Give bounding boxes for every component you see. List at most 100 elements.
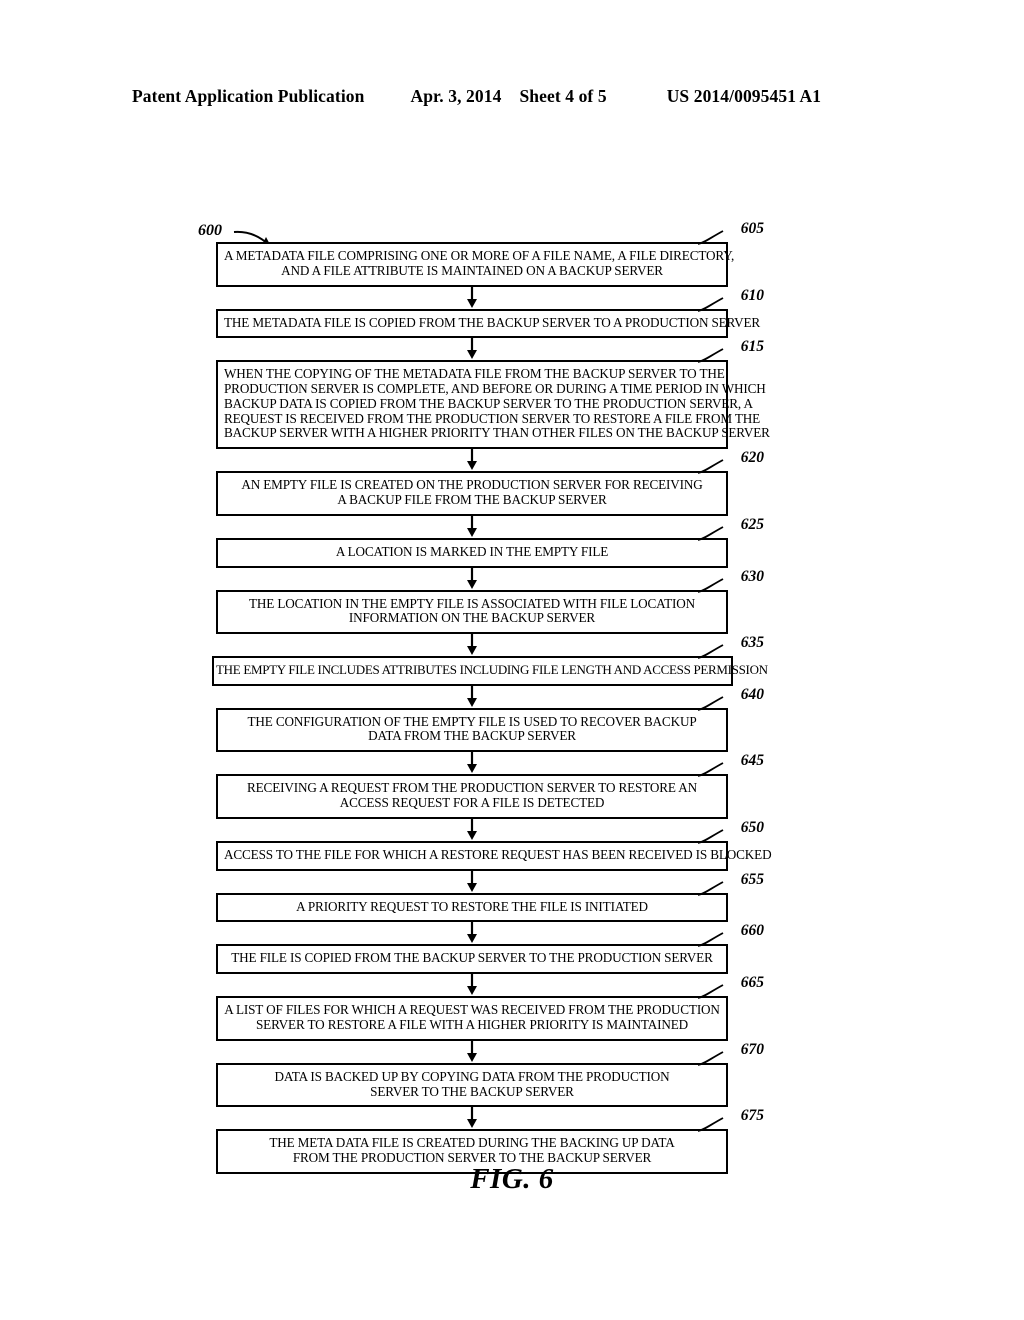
flowchart-step-box: THE EMPTY FILE INCLUDES ATTRIBUTES INCLU… bbox=[212, 656, 768, 686]
reference-leader-icon bbox=[697, 932, 724, 948]
flowchart-step-text-line: THE CONFIGURATION OF THE EMPTY FILE IS U… bbox=[247, 713, 697, 729]
flow-connector-arrow-icon bbox=[216, 338, 728, 360]
reference-numeral: 610 bbox=[740, 286, 764, 304]
flowchart-step-text-line: ACCESS TO THE FILE FOR WHICH A RESTORE R… bbox=[224, 846, 772, 862]
reference-leader-icon bbox=[697, 230, 724, 245]
flowchart-step-text-line: WHEN THE COPYING OF THE METADATA FILE FR… bbox=[224, 366, 725, 382]
flowchart-step-text-line: RECEIVING A REQUEST FROM THE PRODUCTION … bbox=[247, 780, 697, 796]
reference-leader-icon bbox=[697, 459, 724, 475]
flowchart-step: 670 DATA IS BACKED UP BY COPYING DATA FRO… bbox=[216, 1040, 764, 1108]
flowchart-step-text-line: THE FILE IS COPIED FROM THE BACKUP SERVE… bbox=[231, 950, 713, 966]
flowchart-step-text-line: THE METADATA FILE IS COPIED FROM THE BAC… bbox=[224, 314, 761, 330]
header-patent-number: US 2014/0095451 A1 bbox=[666, 86, 822, 106]
flowchart-step: 610 THE METADATA FILE IS COPIED FROM THE … bbox=[216, 286, 764, 339]
reference-leader-icon bbox=[697, 1117, 724, 1133]
flowchart-step-box: WHEN THE COPYING OF THE METADATA FILE FR… bbox=[216, 360, 770, 450]
reference-leader-icon bbox=[697, 984, 724, 1000]
flowchart-step-text-line: AND A FILE ATTRIBUTE IS MAINTAINED ON A … bbox=[281, 262, 663, 278]
flowchart-step-text-line: A METADATA FILE COMPRISING ONE OR MORE O… bbox=[224, 248, 735, 263]
flowchart-step-text-line: THE EMPTY FILE INCLUDES ATTRIBUTES INCLU… bbox=[216, 662, 768, 678]
flow-connector-arrow-icon bbox=[216, 1040, 728, 1063]
patent-page: Patent Application Publication Apr. 3, 2… bbox=[0, 0, 1024, 1320]
flow-connector-arrow-icon bbox=[216, 515, 728, 538]
flowchart-step-list: 605 A METADATA FILE COMPRISING ONE OR MOR… bbox=[212, 221, 772, 1174]
flowchart-step-box: A METADATA FILE COMPRISING ONE OR MORE O… bbox=[216, 242, 735, 287]
reference-numeral: 670 bbox=[740, 1040, 764, 1058]
flowchart-step-text-line: A PRIORITY REQUEST TO RESTORE THE FILE I… bbox=[296, 898, 648, 914]
flow-connector-arrow-icon bbox=[216, 818, 728, 841]
flowchart-step-text-line: BACKUP SERVER WITH A HIGHER PRIORITY THA… bbox=[224, 425, 770, 441]
flowchart-step-box: A LIST OF FILES FOR WHICH A REQUEST WAS … bbox=[216, 996, 728, 1041]
flowchart-step-text-line: SERVER TO THE BACKUP SERVER bbox=[370, 1083, 574, 1099]
reference-leader-icon bbox=[697, 1050, 724, 1066]
flow-connector-arrow-icon bbox=[216, 752, 728, 774]
reference-numeral: 635 bbox=[740, 634, 764, 652]
header-date: Apr. 3, 2014 bbox=[410, 86, 502, 106]
flowchart-step-text-line: SERVER TO RESTORE A FILE WITH A HIGHER P… bbox=[256, 1016, 688, 1032]
reference-leader-icon bbox=[697, 880, 724, 896]
flowchart-step-text-line: A BACKUP FILE FROM THE BACKUP SERVER bbox=[337, 492, 607, 508]
flowchart-step-box: AN EMPTY FILE IS CREATED ON THE PRODUCTI… bbox=[216, 471, 728, 516]
flowchart: 600 605 A METADATA FILE COMPRISING ONE OR… bbox=[198, 221, 772, 1174]
flowchart-step: 635 THE EMPTY FILE INCLUDES ATTRIBUTES IN… bbox=[212, 634, 768, 686]
flowchart-step-box: THE METADATA FILE IS COPIED FROM THE BAC… bbox=[216, 308, 761, 339]
flowchart-step-text-line: ACCESS REQUEST FOR A FILE IS DETECTED bbox=[339, 795, 605, 811]
header-sheet-number: Sheet 4 of 5 bbox=[519, 86, 607, 106]
flowchart-step-text-line: DATA FROM THE BACKUP SERVER bbox=[368, 728, 576, 744]
flowchart-step: 615 WHEN THE COPYING OF THE METADATA FILE… bbox=[216, 338, 770, 450]
reference-leader-icon bbox=[697, 695, 724, 711]
flowchart-step: 620 AN EMPTY FILE IS CREATED ON THE PRODU… bbox=[216, 449, 764, 516]
flow-connector-arrow-icon bbox=[216, 870, 728, 893]
flowchart-step: 630 THE LOCATION IN THE EMPTY FILE IS ASS… bbox=[216, 567, 764, 635]
flowchart-step-box: THE FILE IS COPIED FROM THE BACKUP SERVE… bbox=[216, 944, 728, 975]
reference-numeral: 630 bbox=[740, 567, 764, 585]
flowchart-step: 605 A METADATA FILE COMPRISING ONE OR MOR… bbox=[216, 221, 764, 287]
flowchart-step: 640 THE CONFIGURATION OF THE EMPTY FILE I… bbox=[216, 685, 764, 753]
flow-connector-arrow-icon bbox=[216, 685, 728, 708]
flowchart-step: 660 THE FILE IS COPIED FROM THE BACKUP SE… bbox=[216, 922, 764, 975]
flow-connector-arrow-icon bbox=[216, 1107, 728, 1129]
flowchart-step: 625 A LOCATION IS MARKED IN THE EMPTY FIL… bbox=[216, 515, 764, 568]
flowchart-step-box: ACCESS TO THE FILE FOR WHICH A RESTORE R… bbox=[216, 840, 772, 871]
flow-connector-arrow-icon bbox=[216, 567, 728, 590]
flowchart-step-text-line: A LOCATION IS MARKED IN THE EMPTY FILE bbox=[335, 543, 609, 559]
reference-leader-icon bbox=[697, 644, 724, 660]
flow-connector-arrow-icon bbox=[216, 922, 728, 944]
reference-numeral: 660 bbox=[740, 922, 764, 940]
flowchart-step-text-line: THE LOCATION IN THE EMPTY FILE IS ASSOCI… bbox=[249, 595, 695, 611]
flowchart-step: 645 RECEIVING A REQUEST FROM THE PRODUCTI… bbox=[216, 752, 764, 819]
reference-numeral: 605 bbox=[740, 220, 764, 237]
flow-connector-arrow-icon bbox=[216, 634, 728, 656]
reference-numeral: 665 bbox=[740, 974, 764, 992]
flowchart-step-box: THE LOCATION IN THE EMPTY FILE IS ASSOCI… bbox=[216, 589, 728, 635]
flowchart-step-box: A LOCATION IS MARKED IN THE EMPTY FILE bbox=[216, 537, 728, 568]
reference-numeral: 640 bbox=[740, 685, 764, 703]
flowchart-step-text-line: DATA IS BACKED UP BY COPYING DATA FROM T… bbox=[274, 1068, 670, 1084]
flowchart-step-box: THE CONFIGURATION OF THE EMPTY FILE IS U… bbox=[216, 707, 728, 753]
flowchart-step-text-line: AN EMPTY FILE IS CREATED ON THE PRODUCTI… bbox=[241, 477, 703, 493]
flowchart-step-text-line: INFORMATION ON THE BACKUP SERVER bbox=[348, 610, 596, 626]
reference-leader-icon bbox=[697, 348, 724, 364]
flow-connector-arrow-icon bbox=[216, 449, 728, 471]
flowchart-step-text-line: REQUEST IS RECEIVED FROM THE PRODUCTION … bbox=[224, 410, 761, 426]
reference-numeral: 625 bbox=[740, 515, 764, 533]
flow-connector-arrow-icon bbox=[216, 286, 728, 309]
flowchart-step-text-line: A LIST OF FILES FOR WHICH A REQUEST WAS … bbox=[224, 1002, 720, 1018]
reference-leader-icon bbox=[697, 577, 724, 593]
reference-numeral: 620 bbox=[740, 449, 764, 467]
reference-numeral: 615 bbox=[740, 338, 764, 356]
flowchart-step: 655 A PRIORITY REQUEST TO RESTORE THE FIL… bbox=[216, 870, 764, 923]
reference-leader-icon bbox=[697, 296, 724, 312]
reference-numeral: 675 bbox=[740, 1107, 764, 1125]
reference-numeral: 650 bbox=[740, 818, 764, 836]
header-publication-label: Patent Application Publication bbox=[132, 86, 365, 106]
reference-leader-icon bbox=[697, 526, 724, 541]
reference-leader-icon bbox=[697, 829, 724, 844]
flowchart-step: 650 ACCESS TO THE FILE FOR WHICH A RESTOR… bbox=[216, 818, 772, 871]
flowchart-step-text-line: PRODUCTION SERVER IS COMPLETE, AND BEFOR… bbox=[224, 381, 766, 397]
reference-numeral: 655 bbox=[740, 870, 764, 888]
flowchart-step-box: DATA IS BACKED UP BY COPYING DATA FROM T… bbox=[216, 1062, 728, 1108]
flowchart-step-text-line: BACKUP DATA IS COPIED FROM THE BACKUP SE… bbox=[224, 395, 753, 411]
flowchart-step: 665 A LIST OF FILES FOR WHICH A REQUEST W… bbox=[216, 974, 764, 1041]
flowchart-step-box: RECEIVING A REQUEST FROM THE PRODUCTION … bbox=[216, 774, 728, 819]
